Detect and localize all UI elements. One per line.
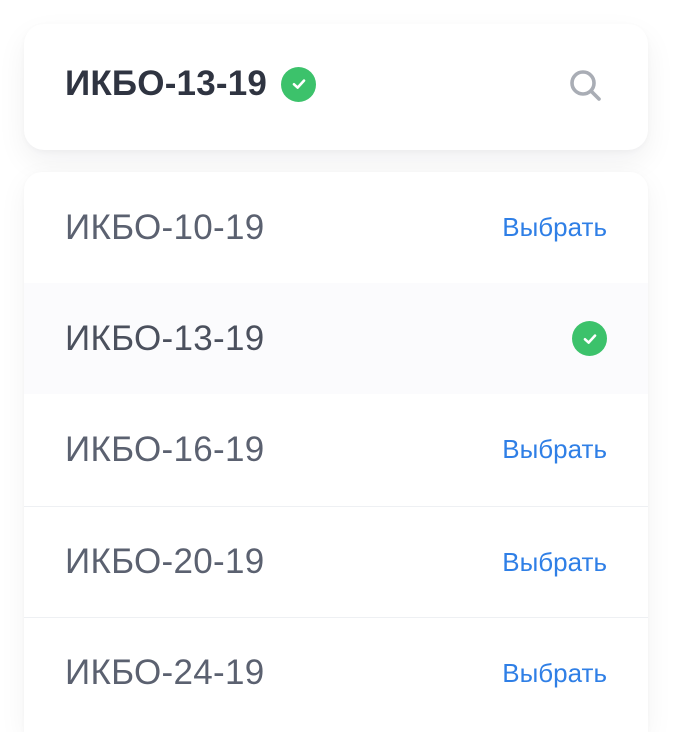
check-circle-icon bbox=[572, 321, 607, 356]
group-label: ИКБО-13-19 bbox=[65, 318, 265, 358]
group-label: ИКБО-24-19 bbox=[65, 653, 265, 692]
list-item[interactable]: ИКБО-20-19 Выбрать bbox=[24, 506, 648, 617]
check-circle-icon bbox=[281, 66, 317, 102]
list-item[interactable]: ИКБО-16-19 Выбрать bbox=[24, 394, 648, 505]
list-item[interactable]: ИКБО-24-19 Выбрать bbox=[24, 617, 648, 728]
group-label: ИКБО-16-19 bbox=[65, 429, 265, 469]
page-title: ИКБО-13-19 bbox=[65, 64, 268, 103]
group-label: ИКБО-20-19 bbox=[65, 542, 265, 581]
choose-button[interactable]: Выбрать bbox=[502, 434, 607, 465]
choose-button[interactable]: Выбрать bbox=[502, 212, 607, 243]
list-item[interactable]: ИКБО-10-19 Выбрать bbox=[24, 172, 648, 283]
selected-group-header: ИКБО-13-19 bbox=[24, 24, 648, 150]
group-label: ИКБО-10-19 bbox=[65, 207, 265, 247]
list-item-selected[interactable]: ИКБО-13-19 bbox=[24, 283, 648, 394]
choose-button[interactable]: Выбрать bbox=[502, 658, 607, 689]
search-icon[interactable] bbox=[568, 68, 604, 104]
choose-button[interactable]: Выбрать bbox=[502, 547, 607, 578]
header-title-group: ИКБО-13-19 bbox=[65, 64, 317, 104]
group-list: ИКБО-10-19 Выбрать ИКБО-13-19 ИКБО-16-19… bbox=[24, 172, 648, 732]
